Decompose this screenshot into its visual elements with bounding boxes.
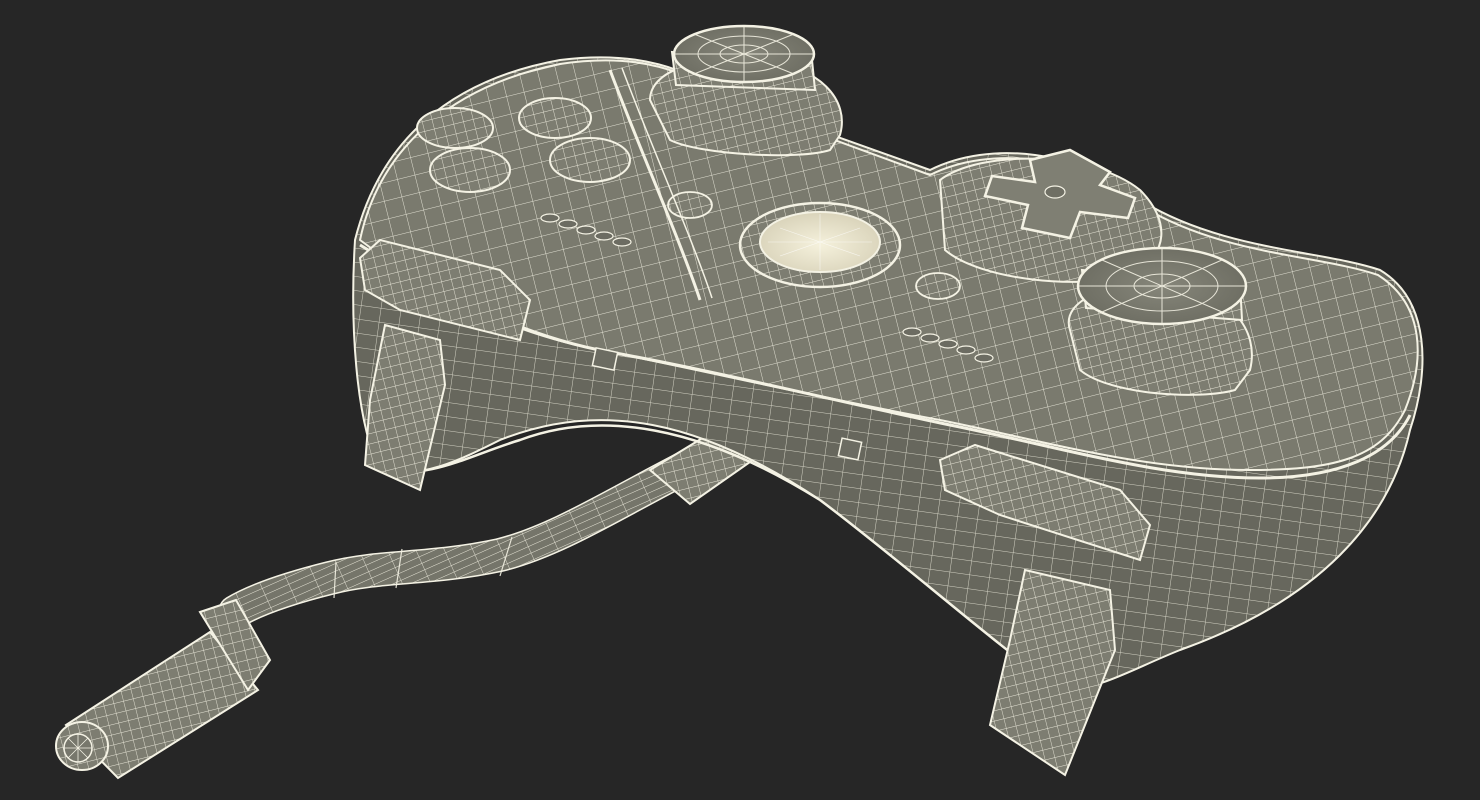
guide-button bbox=[738, 201, 902, 289]
usb-cable bbox=[218, 443, 717, 629]
face-button-x bbox=[429, 147, 511, 193]
usb-plug bbox=[55, 598, 272, 780]
side-port-left bbox=[591, 347, 619, 371]
start-button bbox=[915, 272, 961, 300]
right-thumbstick bbox=[1067, 246, 1253, 396]
face-button-a bbox=[549, 137, 631, 183]
controller-body bbox=[352, 56, 1424, 692]
side-port-right bbox=[837, 437, 863, 461]
controller-wireframe-render bbox=[55, 24, 1424, 780]
back-button bbox=[667, 191, 713, 219]
face-button-b bbox=[518, 97, 592, 139]
render-viewport bbox=[0, 0, 1480, 800]
face-button-y bbox=[416, 107, 494, 149]
left-thumbstick bbox=[648, 24, 843, 157]
